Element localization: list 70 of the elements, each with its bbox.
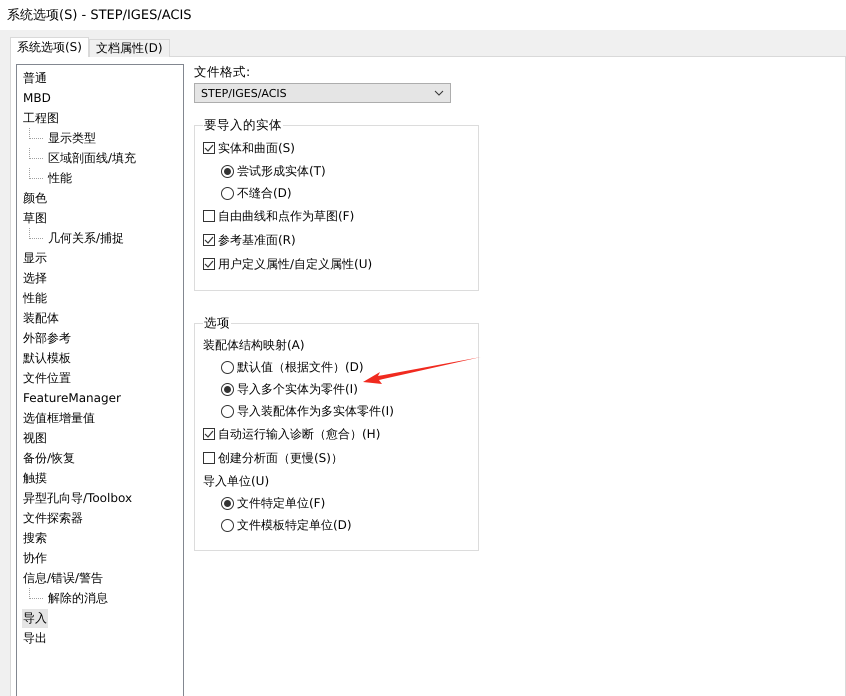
checkbox-label: 用户定义属性/自定义属性(U) [218, 256, 372, 272]
sidebar-item[interactable]: 装配体 [22, 308, 60, 328]
tab[interactable]: 文档属性(D) [88, 39, 170, 57]
radio-label: 文件特定单位(F) [237, 494, 326, 512]
radio-button[interactable] [221, 382, 234, 396]
checkbox-label: 自动运行输入诊断（愈合）(H) [218, 426, 380, 442]
radio-button[interactable] [221, 360, 234, 374]
sidebar-item[interactable]: 触摸 [22, 468, 48, 488]
radio-button[interactable] [221, 404, 234, 418]
sidebar-item[interactable]: 解除的消息 [47, 588, 109, 608]
checkbox-label: 实体和曲面(S) [218, 140, 295, 156]
sidebar-item[interactable]: 导入 [22, 608, 48, 628]
window-title: 系统选项(S) - STEP/IGES/ACIS [7, 7, 192, 24]
option-heading: 导入单位(U) [203, 472, 270, 490]
radio-label: 文件模板特定单位(D) [237, 516, 352, 534]
checkbox-label: 自由曲线和点作为草图(F) [218, 208, 354, 224]
sidebar-item[interactable]: 异型孔向导/Toolbox [22, 488, 134, 508]
radio-label: 尝试形成实体(T) [237, 162, 326, 180]
radio-button[interactable] [221, 164, 234, 178]
tree-connector [29, 588, 43, 598]
sidebar-item[interactable]: FeatureManager [22, 390, 122, 406]
tree-connector [29, 148, 43, 158]
sidebar-item[interactable]: 协作 [22, 548, 48, 568]
tree-connector [29, 228, 43, 238]
radio-button[interactable] [221, 186, 234, 200]
checkbox[interactable] [203, 210, 215, 222]
radio-label: 不缝合(D) [237, 184, 292, 202]
sidebar-item[interactable]: 文件位置 [22, 368, 72, 388]
sidebar-item[interactable]: 性能 [22, 288, 48, 308]
checkbox[interactable] [203, 258, 215, 270]
checkbox-label: 创建分析面（更慢(S)） [218, 450, 343, 466]
sidebar-item[interactable]: 外部参考 [22, 328, 72, 348]
sidebar-item[interactable]: 工程图 [22, 108, 60, 128]
radio-button[interactable] [221, 496, 234, 510]
sidebar-item[interactable]: 区域剖面线/填充 [47, 148, 138, 168]
group-title: 要导入的实体 [203, 117, 283, 134]
sidebar-item[interactable]: 导出 [22, 628, 48, 648]
tree-connector [29, 168, 43, 178]
chevron-down-icon [434, 90, 444, 96]
checkbox[interactable] [203, 234, 215, 246]
sidebar-item[interactable]: 显示类型 [47, 128, 97, 148]
group-title: 选项 [203, 315, 231, 332]
sidebar-item[interactable]: 备份/恢复 [22, 448, 76, 468]
checkbox[interactable] [203, 428, 215, 440]
option-heading: 装配体结构映射(A) [203, 336, 305, 354]
radio-button[interactable] [221, 518, 234, 532]
field-label: 文件格式: [194, 64, 252, 81]
tree-connector [29, 128, 43, 138]
checkbox[interactable] [203, 452, 215, 464]
sidebar-item[interactable]: 草图 [22, 208, 48, 228]
sidebar-item[interactable]: 颜色 [22, 188, 48, 208]
checkbox-label: 参考基准面(R) [218, 232, 296, 248]
sidebar-item[interactable]: 选值框增量值 [22, 408, 96, 428]
sidebar-item[interactable]: 文件探索器 [22, 508, 84, 528]
sidebar-item[interactable]: 默认模板 [22, 348, 72, 368]
sidebar-item[interactable]: 信息/错误/警告 [22, 568, 104, 588]
sidebar-item[interactable]: 视图 [22, 428, 48, 448]
checkbox[interactable] [203, 142, 215, 154]
sidebar-item[interactable]: 选择 [22, 268, 48, 288]
radio-label: 导入装配体作为多实体零件(I) [237, 402, 394, 420]
sidebar-item[interactable]: 性能 [47, 168, 73, 188]
sidebar-item[interactable]: 普通 [22, 68, 48, 88]
sidebar-item[interactable]: MBD [22, 90, 52, 106]
radio-label: 默认值（根据文件）(D) [237, 358, 364, 376]
sidebar-item[interactable]: 搜索 [22, 528, 48, 548]
format-dropdown[interactable]: STEP/IGES/ACIS [194, 83, 451, 103]
radio-label: 导入多个实体为零件(I) [237, 380, 358, 398]
sidebar-item[interactable]: 显示 [22, 248, 48, 268]
tab[interactable]: 系统选项(S) [10, 37, 89, 57]
sidebar-item[interactable]: 几何关系/捕捉 [47, 228, 126, 248]
